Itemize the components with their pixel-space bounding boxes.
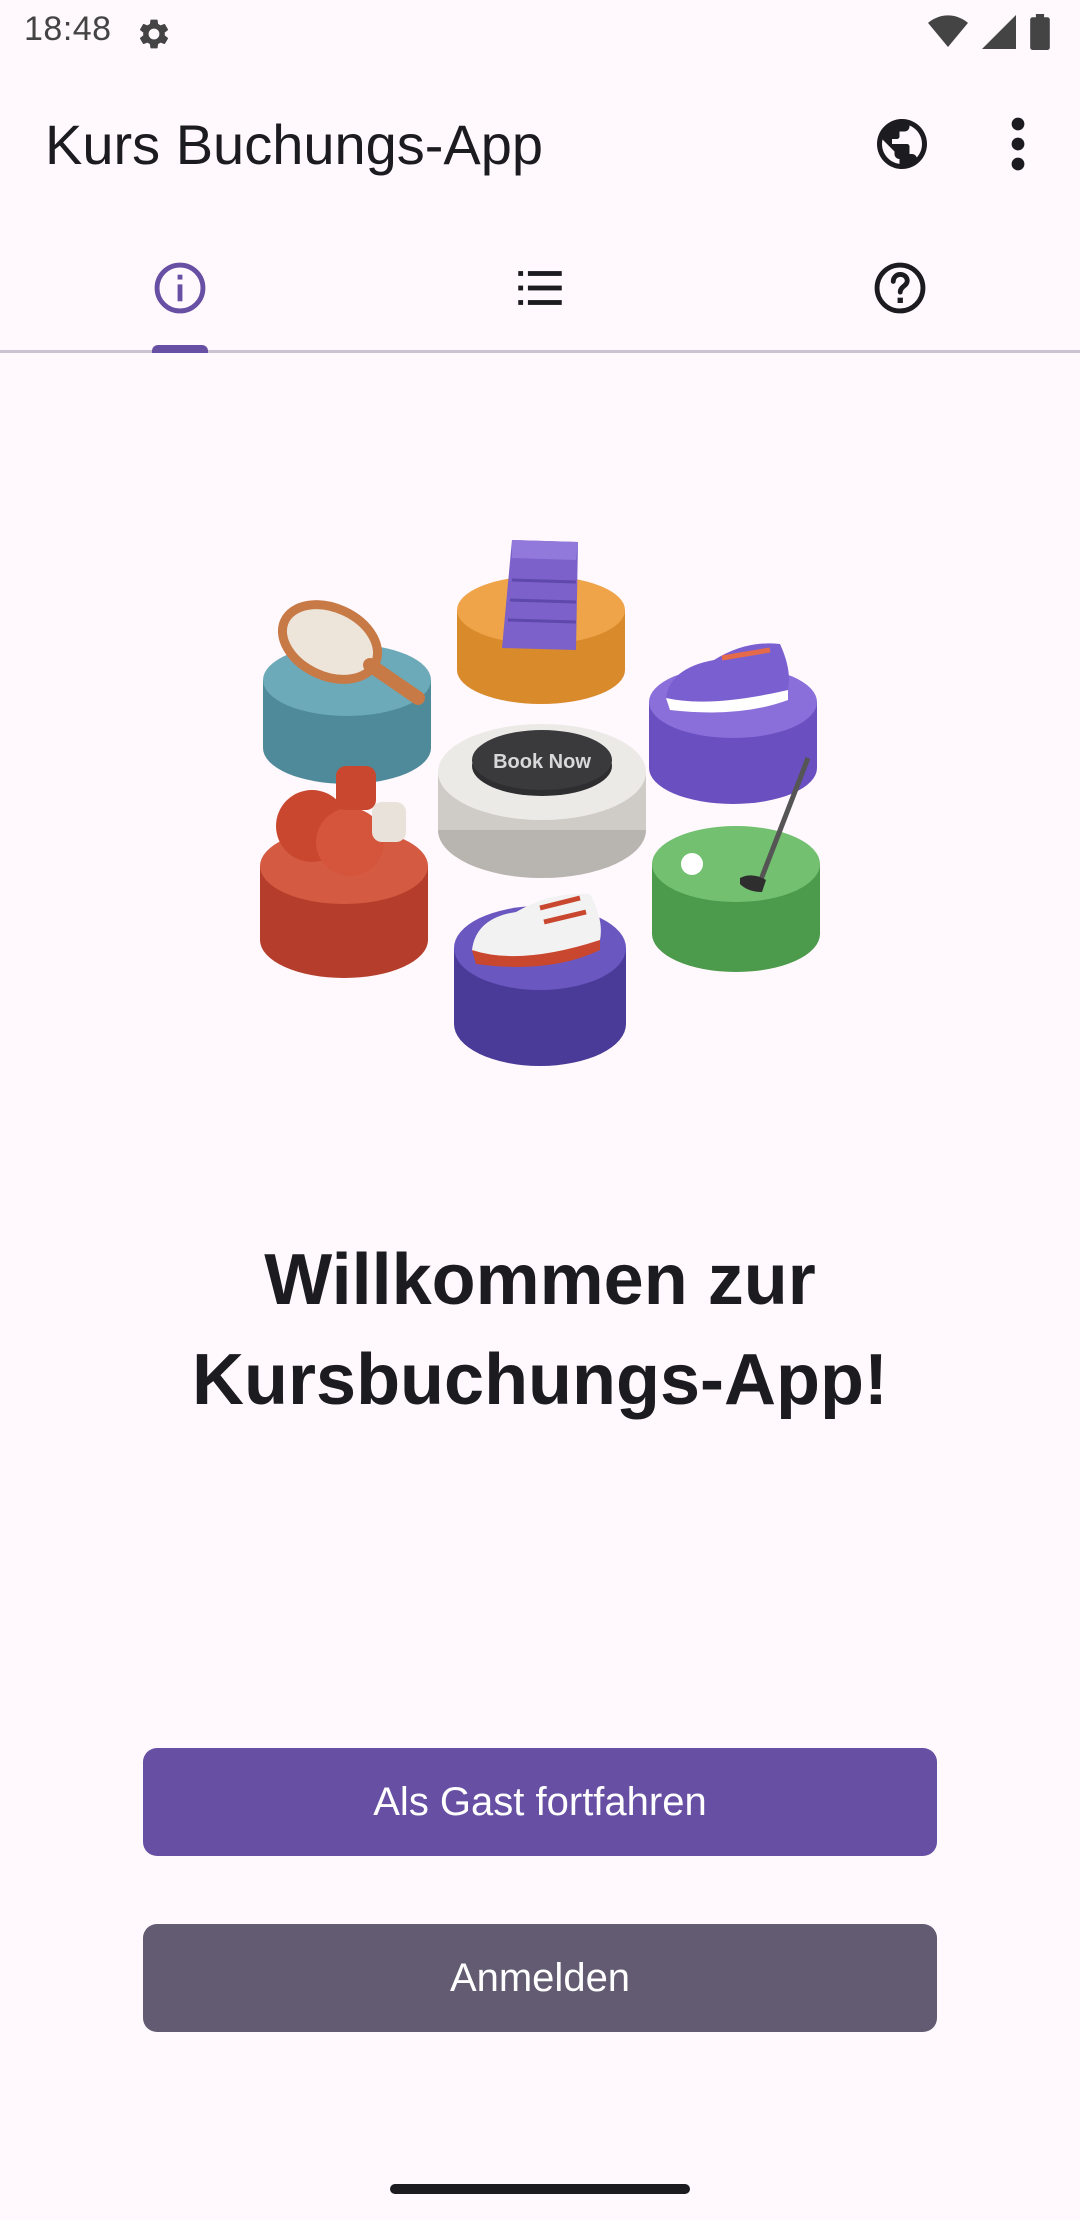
sports-booking-illustration: Book Now (260, 540, 820, 1066)
battery-icon (1030, 14, 1050, 50)
tab-info[interactable] (0, 226, 360, 353)
tab-bar (0, 226, 1080, 353)
book-now-button-illustration: Book Now (438, 724, 646, 878)
app-title: Kurs Buchungs-App (45, 113, 544, 176)
info-icon (154, 262, 206, 314)
white-shoe-pedestal (454, 893, 626, 1066)
signal-icon (982, 15, 1016, 49)
tab-indicator (152, 345, 208, 353)
login-label: Anmelden (449, 1955, 631, 2000)
continue-as-guest-label: Als Gast fortfahren (373, 1779, 707, 1824)
more-vert-icon[interactable] (996, 114, 1040, 174)
boxing-gloves-pedestal (260, 766, 428, 978)
welcome-line-1: Willkommen zur (264, 1240, 816, 1320)
globe-icon[interactable] (872, 114, 932, 174)
book-now-text: Book Now (493, 751, 591, 773)
tab-list[interactable] (360, 226, 720, 350)
continue-as-guest-button[interactable]: Als Gast fortfahren (143, 1748, 937, 1856)
help-icon (874, 262, 926, 314)
app-bar: Kurs Buchungs-App (0, 66, 1080, 226)
settings-gear-icon (139, 19, 169, 49)
welcome-line-2: Kursbuchungs-App! (192, 1340, 888, 1420)
wifi-icon (928, 15, 968, 48)
yoga-mat-pedestal (457, 540, 625, 704)
status-bar: 18:48 (0, 0, 1080, 66)
welcome-heading: Willkommen zur Kursbuchungs-App! (80, 1230, 1000, 1430)
status-time: 18:48 (24, 10, 112, 48)
sneaker-pedestal (649, 643, 817, 804)
list-icon (518, 271, 562, 305)
login-button[interactable]: Anmelden (143, 1924, 937, 2032)
home-indicator[interactable] (390, 2184, 690, 2194)
tennis-racket-pedestal (263, 600, 431, 784)
tab-help[interactable] (720, 226, 1080, 350)
